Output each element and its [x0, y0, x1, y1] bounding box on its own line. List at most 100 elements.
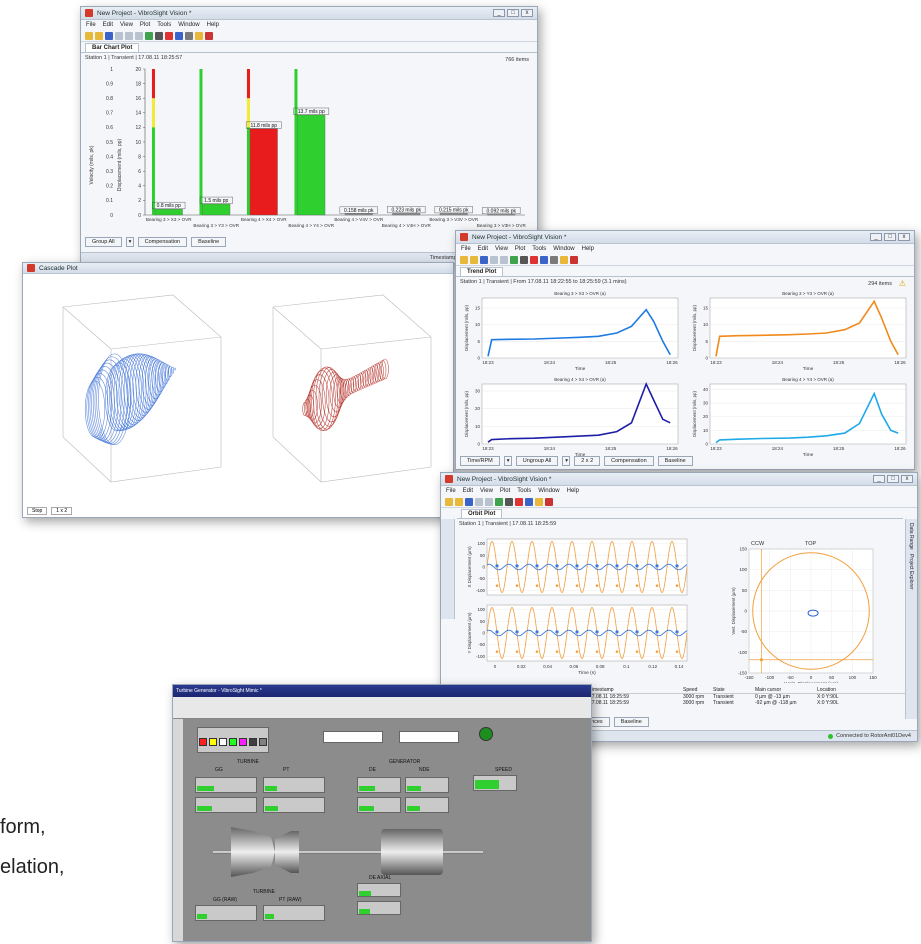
bar-plot-icon[interactable]	[155, 31, 163, 40]
menu-help[interactable]: Help	[207, 22, 219, 28]
select-dropdown-2[interactable]	[399, 731, 459, 743]
menu-tools[interactable]: Tools	[157, 22, 171, 28]
settings-icon[interactable]	[195, 31, 203, 40]
baseline-button[interactable]: Baseline	[191, 237, 227, 247]
menu-window[interactable]: Window	[538, 488, 559, 494]
alarm-swatch	[229, 738, 237, 746]
cut-icon[interactable]	[115, 31, 123, 40]
maximize-button[interactable]: □	[887, 475, 899, 483]
menu-view[interactable]: View	[480, 488, 493, 494]
copy-icon[interactable]	[485, 497, 493, 506]
keyphasor-dot	[595, 564, 599, 568]
settings-icon[interactable]	[535, 497, 543, 506]
menu-file[interactable]: File	[446, 488, 456, 494]
warning-icon[interactable]: ⚠	[899, 279, 906, 288]
delete-icon[interactable]	[205, 31, 213, 40]
tab-bar-chart[interactable]: Bar Chart Plot	[85, 43, 140, 52]
paste-icon[interactable]	[135, 31, 143, 40]
app-icon	[445, 475, 453, 483]
x-tick-label: 0.04	[543, 664, 552, 669]
project-explorer-tab[interactable]: Project Explorer	[908, 554, 914, 590]
menu-edit[interactable]: Edit	[463, 488, 473, 494]
orbit-plot-icon[interactable]	[540, 255, 548, 264]
time-rpm-button[interactable]: Time/RPM	[460, 456, 500, 466]
menu-window[interactable]: Window	[553, 246, 574, 252]
bar-plot-icon[interactable]	[505, 497, 513, 506]
folder-icon[interactable]	[95, 31, 103, 40]
menu-tools[interactable]: Tools	[517, 488, 531, 494]
minimize-button[interactable]: _	[870, 233, 882, 241]
folder-icon[interactable]	[470, 255, 478, 264]
minimize-button[interactable]: _	[493, 9, 505, 17]
menu-file[interactable]: File	[461, 246, 471, 252]
menu-view[interactable]: View	[120, 22, 133, 28]
y-tick-label: 10	[703, 322, 709, 327]
open-folder-icon[interactable]	[445, 497, 453, 506]
bar-tabrow: Bar Chart Plot	[81, 42, 537, 53]
menu-edit[interactable]: Edit	[103, 22, 113, 28]
delete-icon[interactable]	[570, 255, 578, 264]
bar-plot-icon[interactable]	[520, 255, 528, 264]
copy-icon[interactable]	[500, 255, 508, 264]
save-icon[interactable]	[105, 31, 113, 40]
close-button[interactable]: x	[521, 9, 533, 17]
chevron-down-icon[interactable]: ▾	[562, 456, 571, 466]
orbit-plot-icon[interactable]	[175, 31, 183, 40]
trend-plot-icon[interactable]	[515, 497, 523, 506]
menu-edit[interactable]: Edit	[478, 246, 488, 252]
baseline-tab[interactable]: Baseline	[613, 717, 649, 727]
folder-icon[interactable]	[455, 497, 463, 506]
spectrum-icon[interactable]	[185, 31, 193, 40]
tab-trend[interactable]: Trend Plot	[460, 267, 504, 276]
menu-window[interactable]: Window	[178, 22, 199, 28]
save-icon[interactable]	[480, 255, 488, 264]
data-range-tab[interactable]: Data Range	[908, 523, 914, 550]
select-dropdown-1[interactable]	[323, 731, 383, 743]
menu-tools[interactable]: Tools	[532, 246, 546, 252]
spectrum-icon[interactable]	[550, 255, 558, 264]
baseline-button[interactable]: Baseline	[657, 456, 693, 466]
compensation-button[interactable]: Compensation	[137, 237, 188, 247]
cut-icon[interactable]	[490, 255, 498, 264]
layout-button[interactable]: 2 x 2	[574, 456, 601, 466]
tab-orbit[interactable]: Orbit Plot	[461, 509, 503, 518]
settings-icon[interactable]	[560, 255, 568, 264]
menu-plot[interactable]: Plot	[140, 22, 150, 28]
x-category-label: Bearing 3 > V3V > OVR	[429, 217, 478, 222]
maximize-button[interactable]: □	[884, 233, 896, 241]
ungroup-all-button[interactable]: Ungroup All	[515, 456, 559, 466]
chevron-down-icon[interactable]: ▾	[503, 456, 512, 466]
maximize-button[interactable]: □	[507, 9, 519, 17]
chevron-down-icon[interactable]: ▾	[125, 237, 134, 247]
menu-file[interactable]: File	[86, 22, 96, 28]
copy-icon[interactable]	[125, 31, 133, 40]
delete-icon[interactable]	[545, 497, 553, 506]
y-tick-label: -50	[740, 629, 747, 634]
table-row[interactable]: 17.08.11 18:25:59 3000 rpm Transient -92…	[589, 700, 905, 706]
stop-label[interactable]: Stop	[27, 507, 48, 515]
compensation-button[interactable]: Compensation	[604, 456, 654, 466]
save-icon[interactable]	[465, 497, 473, 506]
menu-view[interactable]: View	[495, 246, 508, 252]
open-folder-icon[interactable]	[460, 255, 468, 264]
y-tick-label: -50	[478, 642, 485, 647]
trend-count: 294 items	[868, 281, 892, 287]
group-all-button[interactable]: Group All	[85, 237, 122, 247]
menu-help[interactable]: Help	[582, 246, 594, 252]
close-button[interactable]: x	[898, 233, 910, 241]
menu-plot[interactable]: Plot	[515, 246, 525, 252]
grid-icon[interactable]	[510, 255, 518, 264]
trend-plot-icon[interactable]	[530, 255, 538, 264]
grid-icon[interactable]	[145, 31, 153, 40]
orbit-plot-icon[interactable]	[525, 497, 533, 506]
y-tick-label-left: 0.3	[106, 169, 113, 175]
minimize-button[interactable]: _	[873, 475, 885, 483]
menu-plot[interactable]: Plot	[500, 488, 510, 494]
open-folder-icon[interactable]	[85, 31, 93, 40]
x-tick-label: 50	[829, 675, 835, 680]
close-button[interactable]: x	[901, 475, 913, 483]
trend-plot-icon[interactable]	[165, 31, 173, 40]
menu-help[interactable]: Help	[567, 488, 579, 494]
grid-icon[interactable]	[495, 497, 503, 506]
cut-icon[interactable]	[475, 497, 483, 506]
